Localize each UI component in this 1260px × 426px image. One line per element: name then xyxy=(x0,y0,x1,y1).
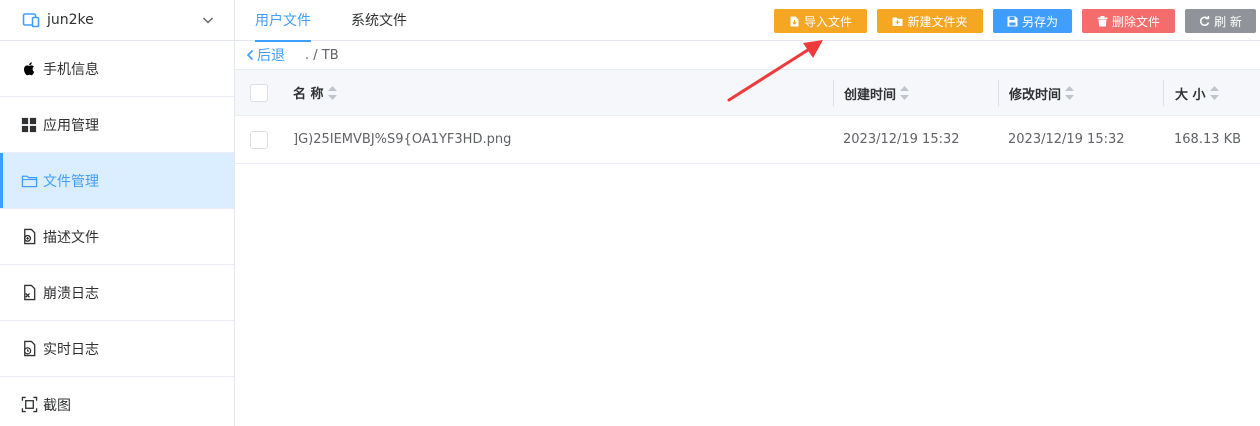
trash-icon xyxy=(1097,15,1108,26)
select-all-checkbox[interactable] xyxy=(250,83,268,102)
sidebar-item-realtime-logs[interactable]: 实时日志 xyxy=(0,321,234,377)
device-icon xyxy=(22,13,40,28)
delete-file-button[interactable]: 删除文件 xyxy=(1082,9,1175,33)
folder-icon xyxy=(20,172,38,190)
current-path: . / TB xyxy=(305,47,339,63)
import-file-button[interactable]: 导入文件 xyxy=(774,9,867,33)
file-size: 168.13 KB xyxy=(1174,132,1242,147)
refresh-icon xyxy=(1200,15,1210,26)
tab-system-files[interactable]: 系统文件 xyxy=(331,0,427,41)
header-name[interactable]: 名 称 xyxy=(293,70,338,115)
new-folder-button[interactable]: 新建文件夹 xyxy=(877,9,983,33)
header-select-cell xyxy=(250,70,270,115)
sort-icon xyxy=(327,85,337,100)
back-label: 后退 xyxy=(257,48,285,64)
screenshot-icon xyxy=(20,396,38,414)
sidebar-item-label: 崩溃日志 xyxy=(43,285,99,302)
apps-grid-icon xyxy=(20,116,38,134)
file-name: ]G)25IEMVBJ%S9{OA1YF3HD.png xyxy=(293,132,512,147)
header-name-label: 名 称 xyxy=(293,87,324,102)
sidebar-item-label: 文件管理 xyxy=(43,173,99,190)
chevron-left-icon xyxy=(246,49,254,61)
sidebar-item-phone-info[interactable]: 手机信息 xyxy=(0,41,234,97)
table-header: 名 称 创建时间 修改时间 大 小 xyxy=(235,69,1260,116)
header-created-label: 创建时间 xyxy=(844,87,897,103)
sidebar-item-label: 手机信息 xyxy=(43,61,99,78)
device-name: jun2ke xyxy=(47,12,94,28)
header-size-label: 大 小 xyxy=(1175,87,1206,103)
sidebar-item-label: 实时日志 xyxy=(43,341,99,358)
table-row[interactable]: ]G)25IEMVBJ%S9{OA1YF3HD.png 2023/12/19 1… xyxy=(235,116,1260,164)
header-modified-label: 修改时间 xyxy=(1009,87,1062,103)
back-link[interactable]: 后退 xyxy=(245,45,285,65)
file-table: 名 称 创建时间 修改时间 大 小 ]G)25IEMVBJ%S9{OA1YF3H… xyxy=(235,69,1260,164)
breadcrumb: 后退 . / TB xyxy=(235,41,1260,69)
refresh-button[interactable]: 刷 新 xyxy=(1185,9,1256,33)
sidebar-item-profile-files[interactable]: 描述文件 xyxy=(0,209,234,265)
save-icon xyxy=(1007,16,1018,26)
sidebar-item-label: 描述文件 xyxy=(43,229,99,246)
new-folder-label: 新建文件夹 xyxy=(907,14,968,29)
sidebar-item-crash-logs[interactable]: 崩溃日志 xyxy=(0,265,234,321)
refresh-label: 刷 新 xyxy=(1214,14,1242,29)
header-created[interactable]: 创建时间 xyxy=(833,80,998,106)
cell-file-name: ]G)25IEMVBJ%S9{OA1YF3HD.png xyxy=(293,116,511,163)
top-bar: 用户文件 系统文件 导入文件 新建文件夹 另存为 删除文件 刷 新 xyxy=(235,0,1260,42)
row-checkbox[interactable] xyxy=(250,130,268,149)
import-file-label: 导入文件 xyxy=(803,14,852,29)
profile-file-icon xyxy=(20,228,38,246)
sidebar: jun2ke 手机信息 应用管理 文件管理 描述文件 崩溃日志 实时日志 截图 xyxy=(0,0,235,426)
sidebar-item-label: 截图 xyxy=(43,397,71,414)
sidebar-item-app-management[interactable]: 应用管理 xyxy=(0,97,234,153)
device-selector[interactable]: jun2ke xyxy=(0,0,234,41)
toolbar: 导入文件 新建文件夹 另存为 删除文件 刷 新 xyxy=(774,9,1256,33)
created-time: 2023/12/19 15:32 xyxy=(843,132,960,147)
folder-add-icon xyxy=(892,17,903,26)
sidebar-item-label: 应用管理 xyxy=(43,117,99,134)
tab-user-files[interactable]: 用户文件 xyxy=(235,0,331,42)
modified-time: 2023/12/19 15:32 xyxy=(1008,132,1125,147)
cell-modified: 2023/12/19 15:32 xyxy=(998,116,1163,163)
delete-file-label: 删除文件 xyxy=(1111,14,1160,29)
row-select-cell xyxy=(250,116,270,163)
apple-icon xyxy=(20,60,38,78)
realtime-log-icon xyxy=(20,340,38,358)
chevron-down-icon xyxy=(203,17,213,24)
save-as-label: 另存为 xyxy=(1021,14,1058,29)
file-import-icon xyxy=(790,16,799,26)
crash-log-icon xyxy=(20,284,38,302)
sidebar-item-screenshot[interactable]: 截图 xyxy=(0,377,234,426)
sidebar-item-file-management[interactable]: 文件管理 xyxy=(0,153,234,209)
header-modified[interactable]: 修改时间 xyxy=(998,80,1163,106)
cell-created: 2023/12/19 15:32 xyxy=(833,116,998,163)
sidebar-nav: 手机信息 应用管理 文件管理 描述文件 崩溃日志 实时日志 截图 xyxy=(0,41,234,426)
save-as-button[interactable]: 另存为 xyxy=(993,9,1072,33)
sort-icon xyxy=(900,86,910,100)
sort-icon xyxy=(1065,86,1075,100)
sort-icon xyxy=(1209,86,1219,100)
cell-size: 168.13 KB xyxy=(1163,116,1260,163)
header-size[interactable]: 大 小 xyxy=(1163,80,1260,106)
